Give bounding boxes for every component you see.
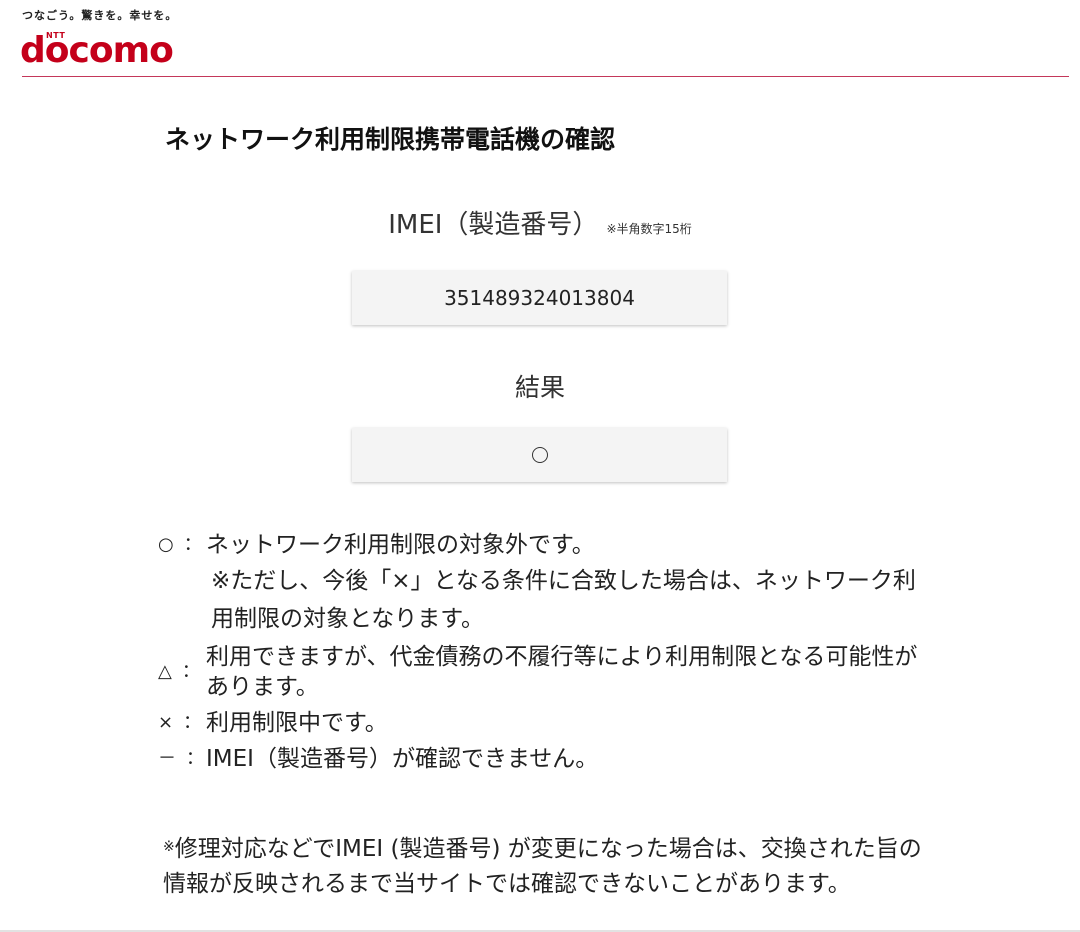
result-legend: ○ ： ネットワーク利用制限の対象外です。 ※ただし、今後「×」となる条件に合致し… xyxy=(158,530,928,774)
circle-mark-icon xyxy=(531,447,548,463)
legend-text: 利用できますが、代金債務の不履行等により利用制限となる可能性があります。 xyxy=(206,644,918,700)
imei-value: 351489324013804 xyxy=(444,286,635,310)
imei-label-row: IMEI（製造番号） ※半角数字15桁 xyxy=(0,204,1080,241)
page-title: ネットワーク利用制限携帯電話機の確認 xyxy=(165,125,616,154)
logo-wordmark: docomo xyxy=(20,30,174,71)
docomo-logo[interactable]: docomo NTT xyxy=(20,22,190,72)
footnote-mark: ※ xyxy=(163,839,175,855)
header-divider xyxy=(22,76,1069,77)
logo-ntt-label: NTT xyxy=(46,31,66,40)
legend-colon: ： xyxy=(181,661,200,682)
result-label: 結果 xyxy=(514,373,565,402)
footnote: ※修理対応などでIMEI (製造番号) が変更になった場合は、交換された旨の情報… xyxy=(163,832,923,902)
brand-tagline: つなごう。驚きを。幸せを。 xyxy=(22,9,178,22)
legend-text: 利用制限中です。 xyxy=(206,710,388,736)
footnote-text: 修理対応などでIMEI (製造番号) が変更になった場合は、交換された旨の情報が… xyxy=(163,836,922,897)
imei-format-note: ※半角数字15桁 xyxy=(606,222,692,236)
circle-symbol: ○ xyxy=(158,534,174,555)
legend-text: IMEI（製造番号）が確認できません。 xyxy=(206,746,599,772)
imei-label: IMEI（製造番号） xyxy=(388,210,599,240)
legend-item-dash: － ： IMEI（製造番号）が確認できません。 xyxy=(158,744,928,774)
legend-text: ネットワーク利用制限の対象外です。 xyxy=(206,532,595,558)
legend-colon: ： xyxy=(183,712,202,733)
imei-value-field: 351489324013804 xyxy=(352,271,727,325)
dash-symbol: － xyxy=(158,748,176,769)
legend-colon: ： xyxy=(186,748,204,769)
legend-note: ※ただし、今後「×」となる条件に合致した場合は、ネットワーク利用制限の対象となり… xyxy=(211,568,916,632)
legend-item-triangle: △ ： 利用できますが、代金債務の不履行等により利用制限となる可能性があります。 xyxy=(158,642,928,702)
page: つなごう。驚きを。幸せを。 docomo NTT ネットワーク利用制限携帯電話機… xyxy=(0,0,1080,932)
legend-item-circle: ○ ： ネットワーク利用制限の対象外です。 xyxy=(158,530,928,560)
triangle-symbol: △ xyxy=(158,661,172,682)
result-field xyxy=(352,428,727,482)
cross-symbol: × xyxy=(158,712,174,733)
legend-colon: ： xyxy=(183,534,202,555)
legend-item-cross: × ： 利用制限中です。 xyxy=(158,708,928,738)
